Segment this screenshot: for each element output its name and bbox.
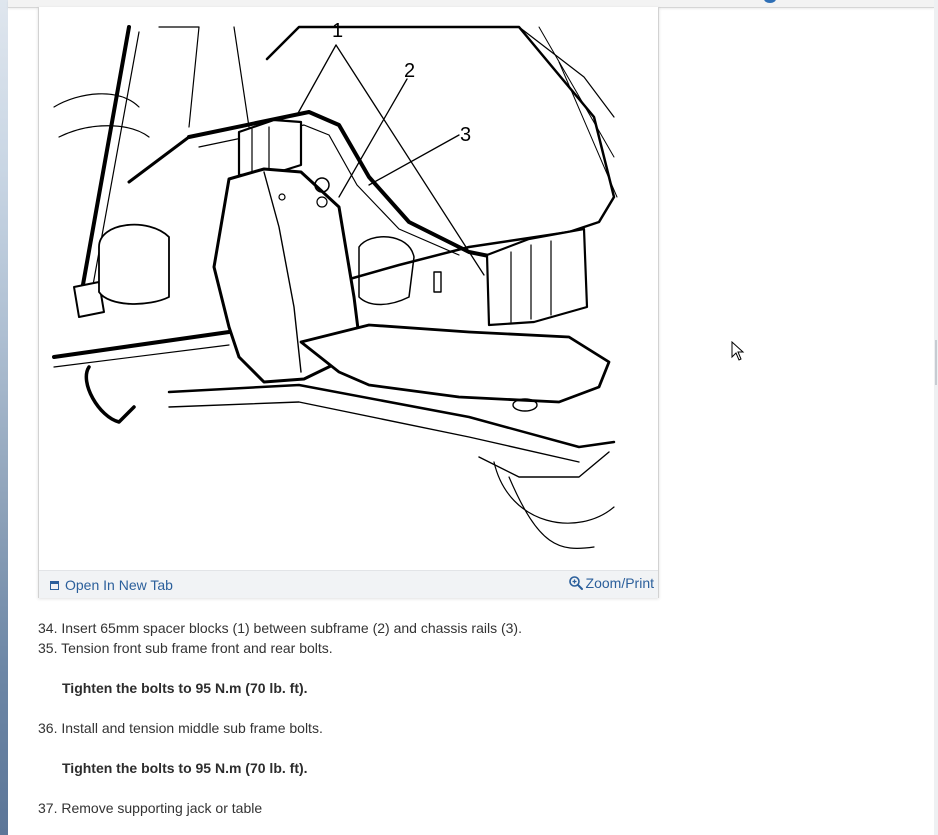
open-in-new-tab-link[interactable]: Open In New Tab <box>50 577 173 593</box>
zoom-in-icon <box>568 576 583 590</box>
zoom-print-link[interactable]: Zoom/Print <box>568 575 654 591</box>
scrollbar-thumb[interactable] <box>935 340 937 385</box>
step-number: 36. <box>38 720 58 736</box>
vertical-scrollbar[interactable] <box>934 0 938 835</box>
open-in-new-tab-label: Open In New Tab <box>65 577 173 593</box>
figure-footer: Open In New Tab Zoom/Print <box>39 570 658 598</box>
window-left-edge <box>0 0 8 835</box>
step-number: 37. <box>38 800 58 816</box>
step-text: Install and tension middle sub frame bol… <box>61 720 323 736</box>
step-text: Insert 65mm spacer blocks (1) between su… <box>61 620 522 636</box>
open-new-tab-icon <box>50 580 59 590</box>
step-text: Tension front sub frame front and rear b… <box>61 640 333 656</box>
step-35-torque-spec: Tighten the bolts to 95 N.m (70 lb. ft). <box>62 680 308 696</box>
callout-2-label: 2 <box>404 60 415 82</box>
mouse-pointer-icon <box>731 341 745 361</box>
step-35: 35. Tension front sub frame front and re… <box>38 638 918 658</box>
step-37: 37. Remove supporting jack or table <box>38 798 918 818</box>
toolbar-indicator <box>764 0 776 3</box>
figure-card: 1 2 3 Open In New Tab Zoom/Print <box>38 7 659 598</box>
callout-3-label: 3 <box>460 124 471 146</box>
callout-1-label: 1 <box>332 20 343 42</box>
step-number: 34. <box>38 620 58 636</box>
procedure-steps: 34. Insert 65mm spacer blocks (1) betwee… <box>38 618 918 818</box>
step-36: 36. Install and tension middle sub frame… <box>38 718 918 738</box>
zoom-print-label: Zoom/Print <box>585 575 654 591</box>
subframe-illustration: 1 2 3 <box>52 20 618 550</box>
step-number: 35. <box>38 640 58 656</box>
step-34: 34. Insert 65mm spacer blocks (1) betwee… <box>38 618 918 638</box>
step-36-torque-spec: Tighten the bolts to 95 N.m (70 lb. ft). <box>62 760 308 776</box>
step-text: Remove supporting jack or table <box>61 800 263 816</box>
